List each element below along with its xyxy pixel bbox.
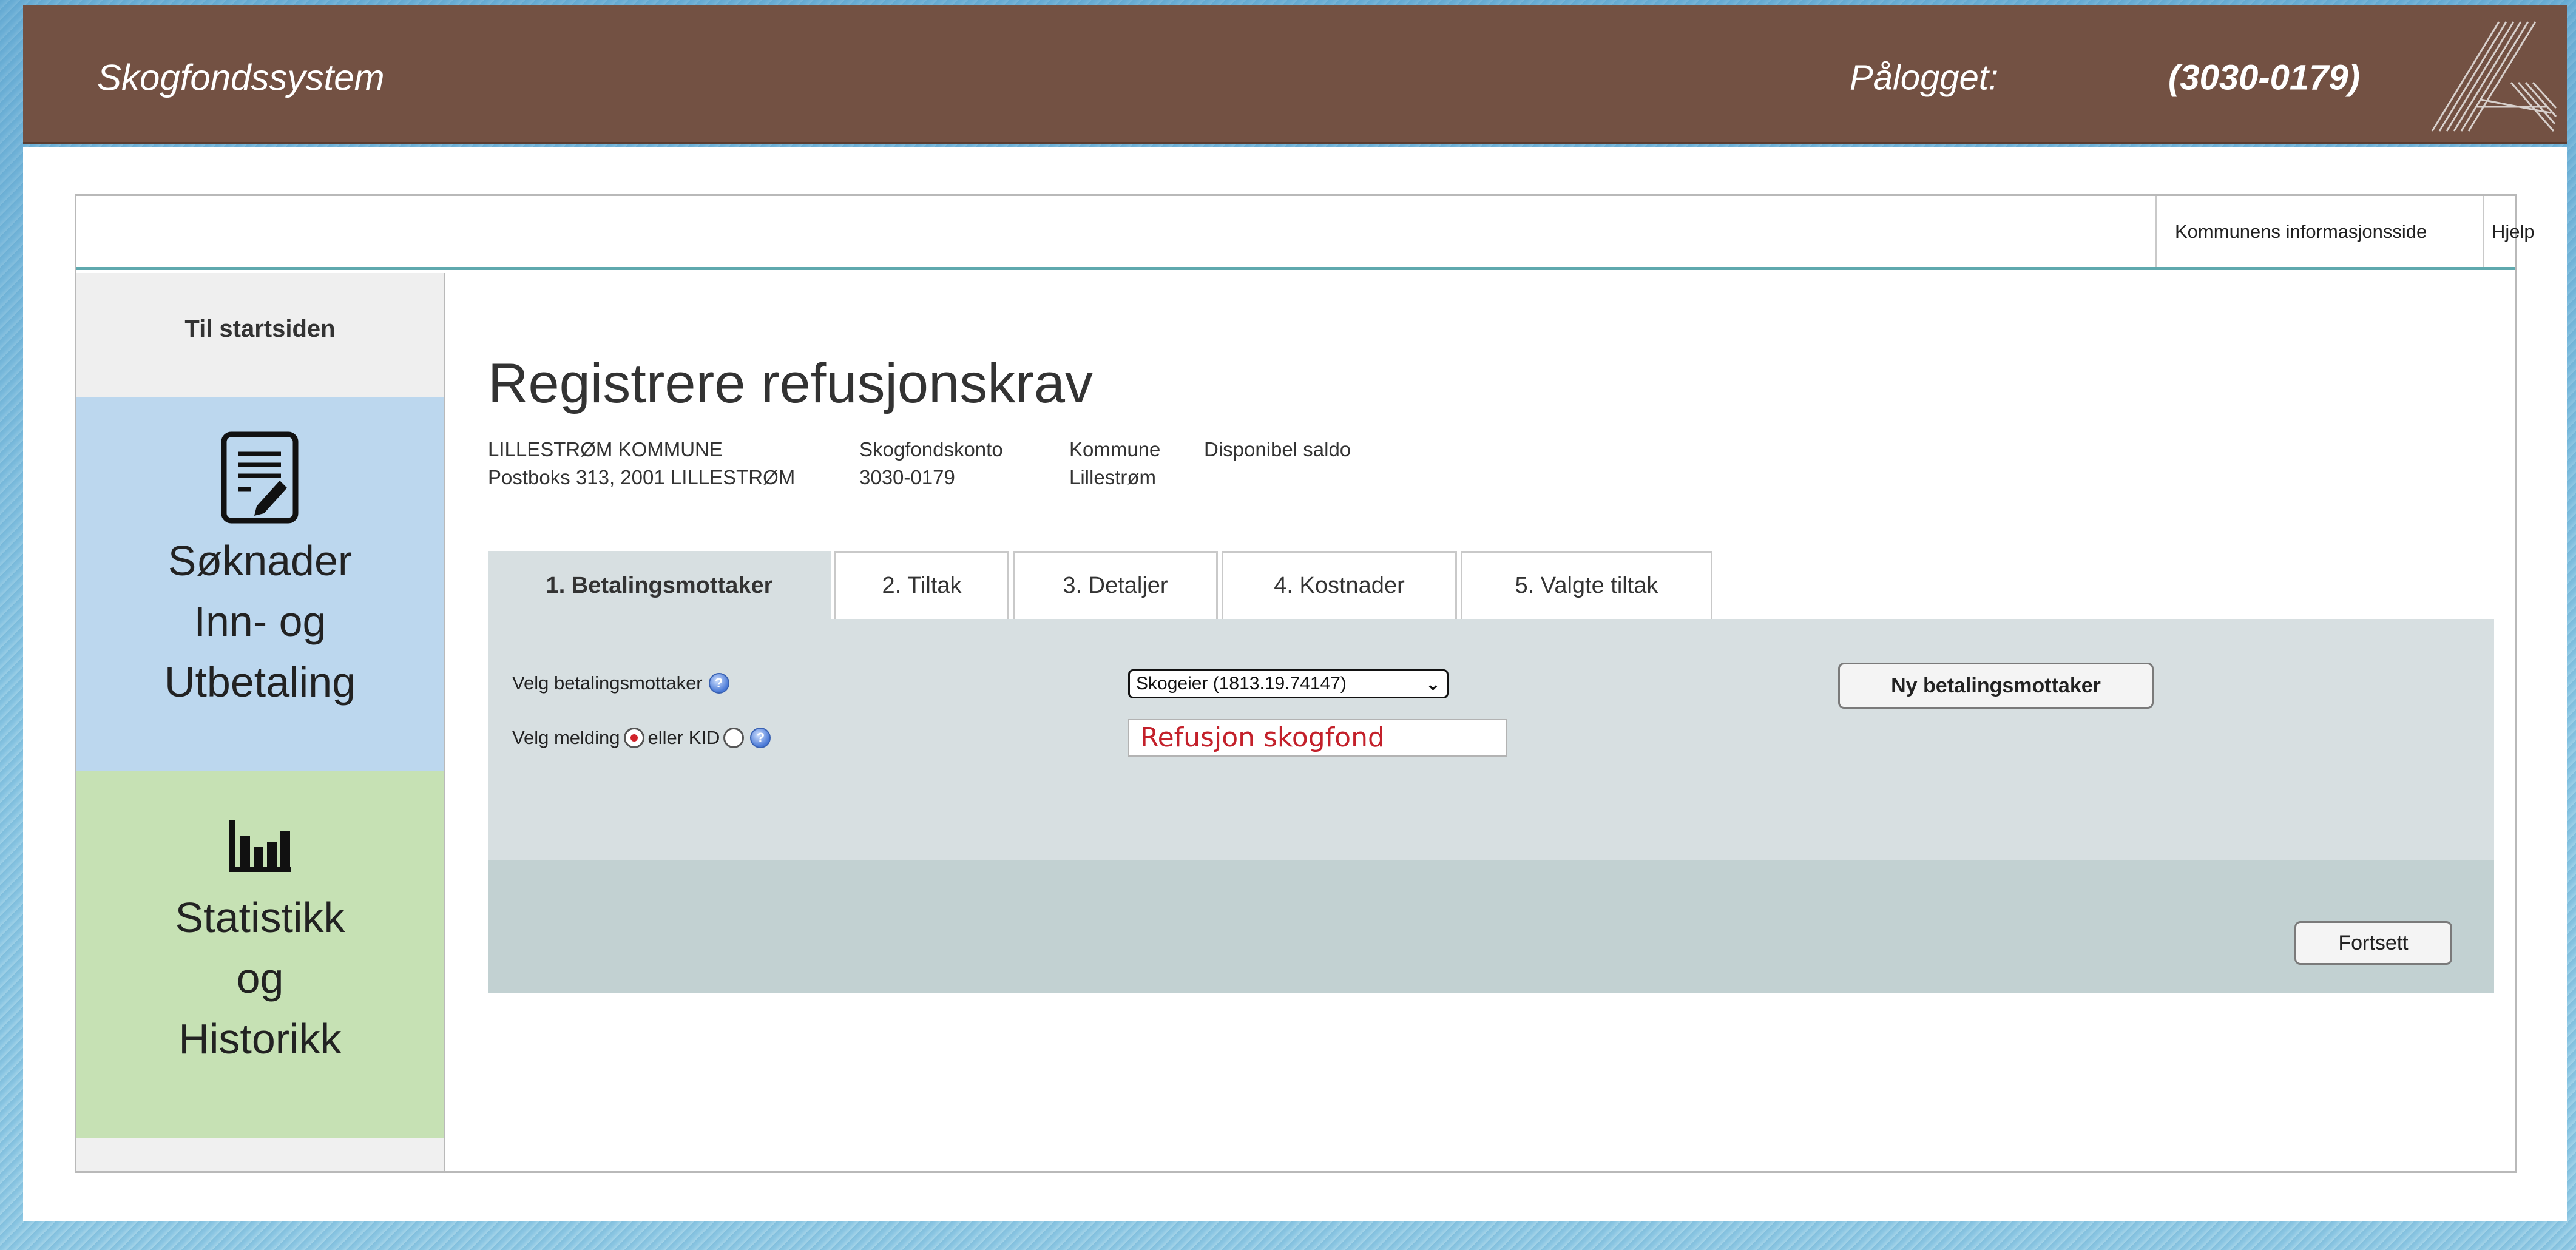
to-start-link[interactable]: Til startsiden: [76, 273, 444, 397]
kid-radio[interactable]: [723, 728, 745, 748]
message-radio[interactable]: [623, 728, 644, 748]
message-input[interactable]: Refusjon skogfond: [1128, 719, 1507, 757]
nav-statistics-line-1: Statistikk: [175, 894, 345, 941]
payee-selected-value: Skogeier (1813.19.74147): [1136, 674, 1347, 694]
account-info: Skogfondskonto 3030-0179: [859, 436, 1003, 492]
nav-statistics-line-3: Historikk: [178, 1015, 342, 1062]
main-panel: Kommunens informasjonsside Hjelp Til sta…: [75, 194, 2535, 1173]
logo-icon: [2431, 21, 2557, 132]
payee-select[interactable]: Skogeier (1813.19.74147) ⌄: [1128, 669, 1449, 698]
help-icon[interactable]: ?: [708, 673, 729, 694]
nav-applications-line-2: Inn- og: [194, 598, 326, 645]
logged-in-label: Pålogget:: [1850, 58, 1999, 98]
tab-details[interactable]: 3. Detaljer: [1013, 551, 1218, 619]
tab-costs[interactable]: 4. Kostnader: [1222, 551, 1457, 619]
tab-payee[interactable]: 1. Betalingsmottaker: [488, 551, 831, 619]
nav-applications-line-1: Søknader: [167, 537, 353, 584]
app-title: Skogfondssystem: [97, 57, 385, 98]
sidebar: Til startsiden Søknader Inn- og Utbetali…: [76, 273, 445, 1171]
nav-applications-line-3: Utbetaling: [164, 658, 356, 706]
account-value: 3030-0179: [859, 466, 955, 488]
tab-measures[interactable]: 2. Tiltak: [834, 551, 1009, 619]
content-area: Registrere refusjonskrav LILLESTRØM KOMM…: [445, 273, 2515, 1171]
org-info: LILLESTRØM KOMMUNE Postboks 313, 2001 LI…: [488, 436, 795, 492]
or-kid-label: eller KID: [647, 727, 720, 748]
form-footer: Fortsett: [488, 860, 2494, 993]
top-link-bar: Kommunens informasjonsside Hjelp: [76, 196, 2535, 270]
help-icon[interactable]: ?: [750, 728, 771, 748]
nav-statistics[interactable]: Statistikk og Historikk: [76, 771, 444, 1138]
balance-info: Disponibel saldo: [1204, 436, 1351, 464]
balance-label: Disponibel saldo: [1204, 438, 1351, 461]
payee-form: Velg betalingsmottaker ? Skogeier (1813.…: [488, 619, 2494, 860]
municipality-info: Kommune Lillestrøm: [1069, 436, 1160, 492]
message-row-label: Velg melding eller KID ?: [512, 727, 771, 749]
payee-row-label: Velg betalingsmottaker ?: [512, 672, 729, 694]
tab-bar: 1. Betalingsmottaker 2. Tiltak 3. Detalj…: [488, 551, 1716, 619]
municipality-info-link[interactable]: Kommunens informasjonsside: [2155, 196, 2483, 267]
help-link[interactable]: Hjelp: [2483, 196, 2535, 267]
nav-statistics-line-2: og: [236, 954, 284, 1002]
org-address: Postboks 313, 2001 LILLESTRØM: [488, 466, 796, 488]
payee-label: Velg betalingsmottaker: [512, 672, 703, 694]
new-payee-button[interactable]: Ny betalingsmottaker: [1838, 663, 2154, 709]
municipality-label: Kommune: [1069, 438, 1161, 461]
account-label: Skogfondskonto: [859, 438, 1003, 461]
bar-chart-icon: [229, 820, 291, 872]
tab-selected-measures[interactable]: 5. Valgte tiltak: [1461, 551, 1712, 619]
page-title: Registrere refusjonskrav: [488, 353, 1094, 414]
message-label: Velg melding: [512, 727, 620, 748]
continue-button[interactable]: Fortsett: [2294, 921, 2452, 965]
document-edit-icon: [221, 431, 298, 524]
org-name: LILLESTRØM KOMMUNE: [488, 438, 723, 461]
header-bar: Skogfondssystem Pålogget: (3030-0179): [23, 5, 2567, 144]
user-id: (3030-0179): [2168, 58, 2360, 98]
chevron-down-icon: ⌄: [1425, 674, 1441, 694]
nav-applications[interactable]: Søknader Inn- og Utbetaling: [76, 397, 444, 771]
app-window: Skogfondssystem Pålogget: (3030-0179) Ko…: [23, 5, 2567, 1221]
municipality-value: Lillestrøm: [1069, 466, 1157, 488]
